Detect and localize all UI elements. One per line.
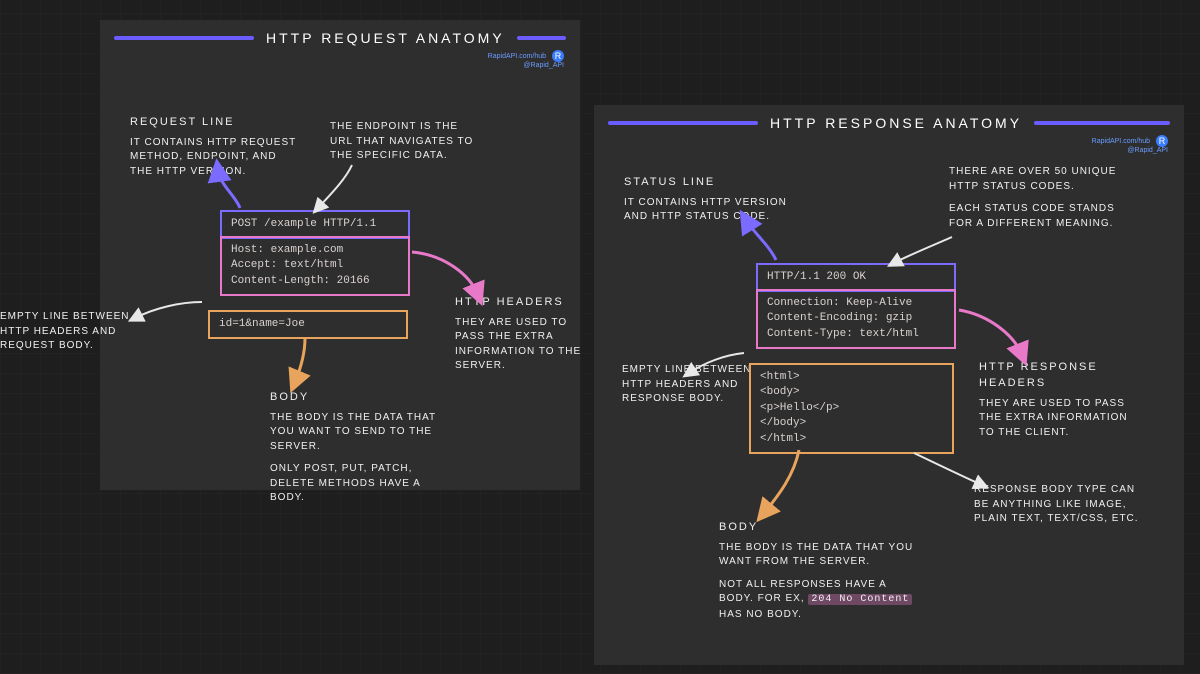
body-text2: NOT ALL RESPONSES HAVE A BODY. FOR EX, 2… — [719, 578, 919, 623]
response-headers-box: Connection: Keep-Alive Content-Encoding:… — [756, 289, 956, 349]
http-headers-label: HTTP HEADERS THEY ARE USED TO PASS THE E… — [455, 295, 595, 374]
request-line-box: POST /example HTTP/1.1 — [220, 210, 410, 239]
endpoint-note: THE ENDPOINT IS THE URL THAT NAVIGATES T… — [330, 120, 480, 164]
title-line-right — [1034, 121, 1170, 125]
brand-line1: RapidAPI.com/hub — [1092, 138, 1150, 145]
http-response-headers-heading: HTTP RESPONSE HEADERS — [979, 360, 1139, 392]
status-line-label: STATUS LINE IT CONTAINS HTTP VERSION AND… — [624, 175, 794, 225]
response-body-box: <html> <body> <p>Hello</p> </body> </htm… — [749, 363, 954, 454]
empty-line-note-request: EMPTY LINE BETWEEN HTTP HEADERS AND REQU… — [0, 310, 130, 354]
http-headers-text: THEY ARE USED TO PASS THE EXTRA INFORMAT… — [455, 316, 595, 374]
request-line-label: REQUEST LINE IT CONTAINS HTTP REQUEST ME… — [130, 115, 300, 179]
http-response-headers-label: HTTP RESPONSE HEADERS THEY ARE USED TO P… — [979, 360, 1139, 440]
title-line-left — [608, 121, 758, 125]
brand-line2: @Rapid_API — [523, 62, 564, 69]
title-line-left — [114, 36, 254, 40]
status-line-box: HTTP/1.1 200 OK — [756, 263, 956, 292]
brand-block: RapidAPI.com/hub R @Rapid_API — [1092, 135, 1168, 155]
body-heading: BODY — [719, 520, 919, 536]
request-title: HTTP REQUEST ANATOMY — [266, 30, 505, 46]
response-title-row: HTTP RESPONSE ANATOMY — [594, 105, 1184, 135]
body-text2: ONLY POST, PUT, PATCH, DELETE METHODS HA… — [270, 462, 450, 506]
request-body-box: id=1&name=Joe — [208, 310, 408, 339]
no-content-highlight: 204 No Content — [808, 594, 912, 605]
status-codes-note: THERE ARE OVER 50 UNIQUE HTTP STATUS COD… — [949, 165, 1129, 231]
request-line-heading: REQUEST LINE — [130, 115, 300, 131]
body-type-note: RESPONSE BODY TYPE CAN BE ANYTHING LIKE … — [974, 483, 1144, 527]
empty-line-note-response: EMPTY LINE BETWEEN HTTP HEADERS AND RESP… — [622, 363, 752, 407]
rapidapi-logo-icon: R — [552, 50, 564, 62]
brand-line1: RapidAPI.com/hub — [488, 53, 546, 60]
brand-block: RapidAPI.com/hub R @Rapid_API — [488, 50, 564, 70]
status-line-text: IT CONTAINS HTTP VERSION AND HTTP STATUS… — [624, 196, 794, 225]
response-title: HTTP RESPONSE ANATOMY — [770, 115, 1022, 131]
body-label-response: BODY THE BODY IS THE DATA THAT YOU WANT … — [719, 520, 919, 622]
http-response-headers-text: THEY ARE USED TO PASS THE EXTRA INFORMAT… — [979, 397, 1139, 441]
request-line-text: IT CONTAINS HTTP REQUEST METHOD, ENDPOIN… — [130, 136, 300, 180]
body-text1: THE BODY IS THE DATA THAT YOU WANT FROM … — [719, 541, 919, 570]
body-text1: THE BODY IS THE DATA THAT YOU WANT TO SE… — [270, 411, 450, 455]
rapidapi-logo-icon: R — [1156, 135, 1168, 147]
body-heading: BODY — [270, 390, 450, 406]
body-label-request: BODY THE BODY IS THE DATA THAT YOU WANT … — [270, 390, 450, 506]
request-title-row: HTTP REQUEST ANATOMY — [100, 20, 580, 50]
title-line-right — [517, 36, 566, 40]
request-headers-box: Host: example.com Accept: text/html Cont… — [220, 236, 410, 296]
http-request-panel: HTTP REQUEST ANATOMY RapidAPI.com/hub R … — [100, 20, 580, 490]
http-headers-heading: HTTP HEADERS — [455, 295, 595, 311]
http-response-panel: HTTP RESPONSE ANATOMY RapidAPI.com/hub R… — [594, 105, 1184, 665]
status-line-heading: STATUS LINE — [624, 175, 794, 191]
brand-line2: @Rapid_API — [1127, 147, 1168, 154]
